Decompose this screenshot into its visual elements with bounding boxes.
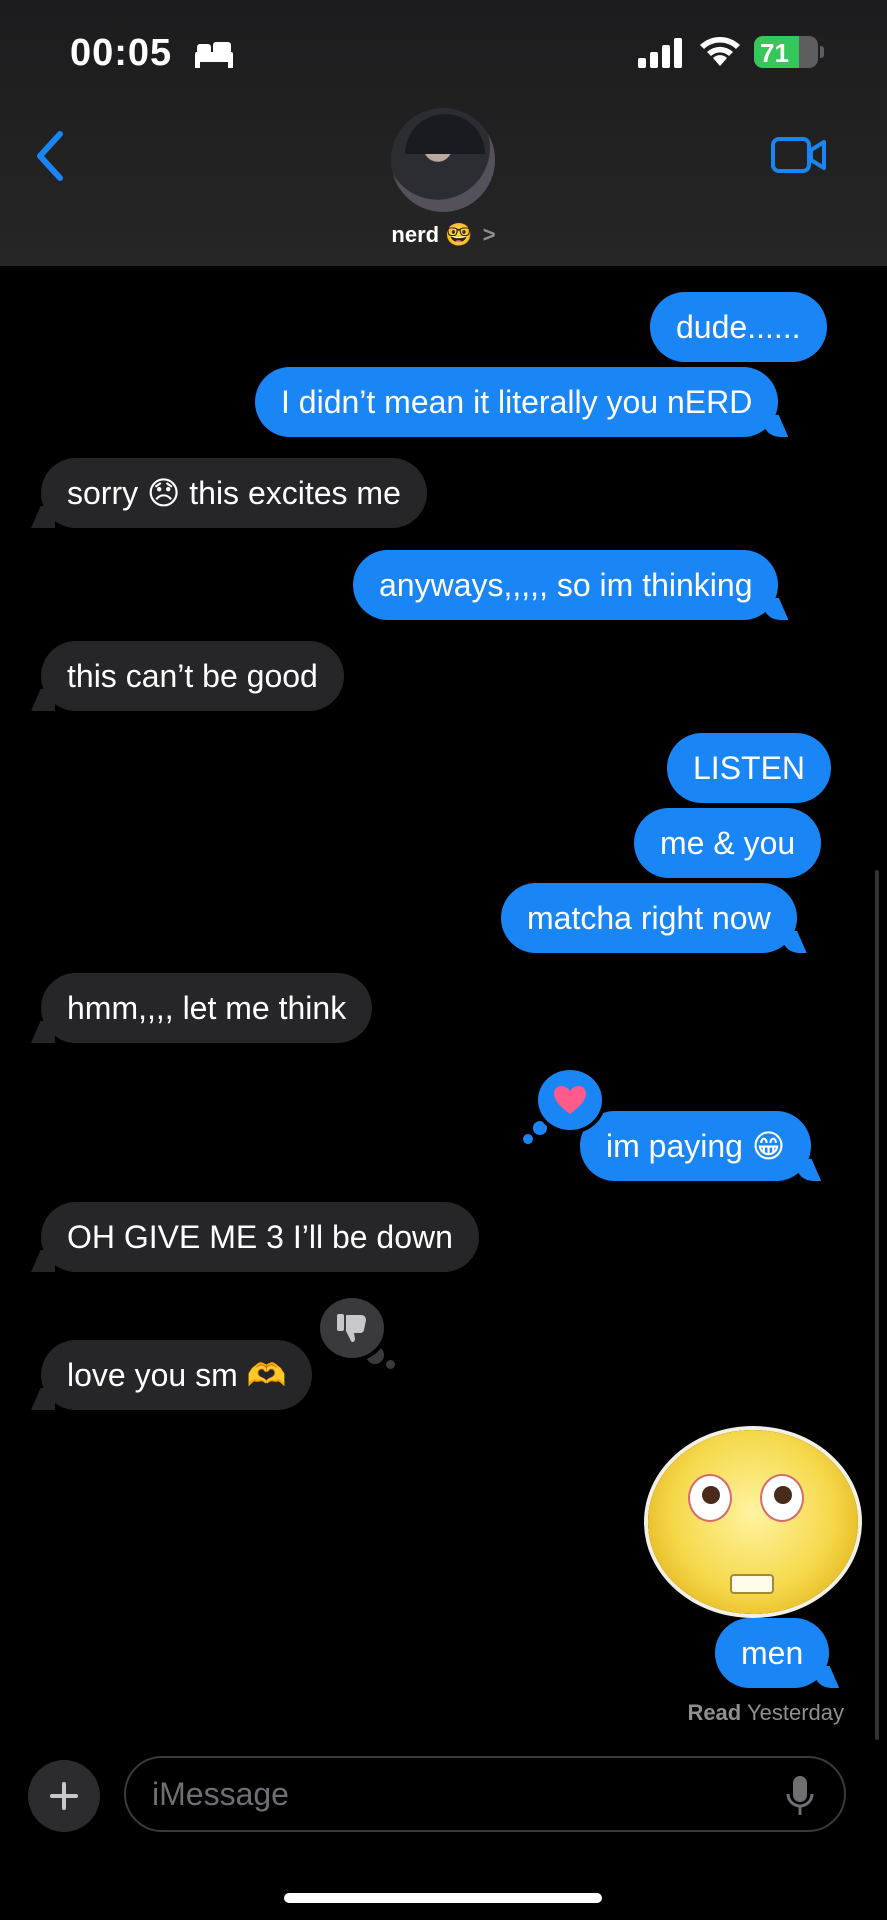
home-indicator[interactable] [284,1893,602,1903]
read-receipt-time: Yesterday [746,1700,844,1725]
message-bubble-sent[interactable]: I didn’t mean it literally you nERD [255,367,779,437]
heart-icon [554,1086,586,1114]
sticker-eye [760,1474,804,1522]
message-bubble-sent[interactable]: anyways,,,,, so im thinking [353,550,779,620]
imessage-input[interactable]: iMessage [124,1756,846,1832]
plus-icon [50,1782,78,1810]
message-bubble-received[interactable]: sorry 😞 this excites me [41,458,427,528]
message-bubble-received[interactable]: hmm,,,, let me think [41,973,373,1043]
chevron-right-icon: > [482,222,496,247]
battery-indicator: 71 [754,36,818,68]
read-receipt-label: Read [687,1700,742,1725]
sticker-teeth [730,1574,774,1594]
back-chevron-icon[interactable] [30,128,70,184]
message-bubble-received[interactable]: love you sm 🫶 [41,1340,313,1410]
sleep-bed-icon [195,42,233,68]
message-bubble-sent[interactable]: matcha right now [501,883,797,953]
cellular-signal-icon [638,38,682,68]
emoji-face-sticker[interactable] [648,1430,858,1614]
conversation-header: 00:05 71 nerd 🤓 > [0,0,887,266]
apps-plus-button[interactable] [28,1760,100,1832]
heart-tapback[interactable] [534,1066,606,1134]
facetime-video-icon[interactable] [770,134,828,176]
sticker-eye [688,1474,732,1522]
read-receipt: Read Yesterday [687,1700,844,1726]
scroll-indicator[interactable] [875,870,879,1740]
tapback-tail-dot [386,1360,395,1369]
contact-emoji: 🤓 [445,222,473,247]
battery-level: 71 [760,38,789,68]
message-bubble-received[interactable]: OH GIVE ME 3 I’ll be down [41,1202,479,1272]
battery-cap [820,46,824,58]
status-time: 00:05 [70,32,173,74]
message-bubble-sent[interactable]: im paying 😁 [580,1111,812,1181]
message-bubble-sent[interactable]: me & you [634,808,822,878]
message-bubble-received[interactable]: this can’t be good [41,641,344,711]
message-bubble-sent[interactable]: men [715,1618,830,1688]
contact-name-button[interactable]: nerd 🤓 > [0,222,887,248]
message-bubble-sent[interactable]: dude...... [650,292,827,362]
microphone-icon[interactable] [784,1774,816,1818]
message-bubble-sent[interactable]: LISTEN [667,733,832,803]
contact-avatar[interactable] [391,108,495,212]
thumbs-down-tapback[interactable] [316,1294,388,1362]
contact-name: nerd [391,222,440,247]
thumbs-down-icon [337,1314,366,1343]
wifi-icon [700,37,740,66]
tapback-tail-dot [523,1134,533,1144]
